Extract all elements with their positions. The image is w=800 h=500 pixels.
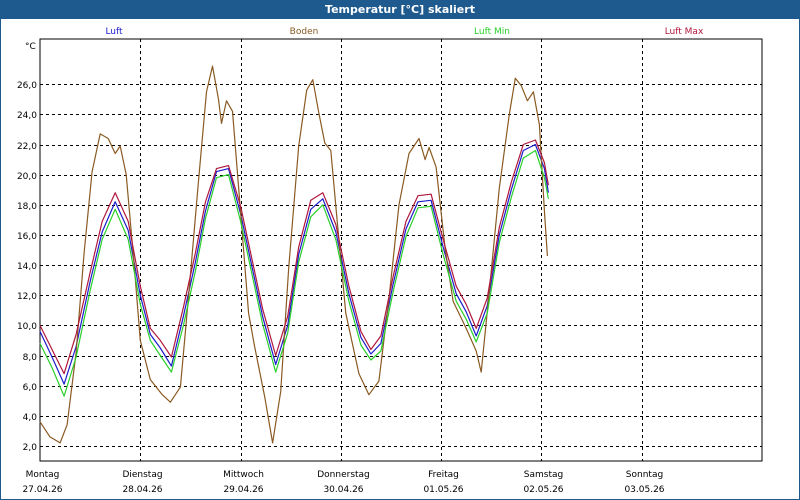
y-axis-label: °C <box>25 42 36 52</box>
chart-window: Temperatur [°C] skaliert 2,0 4,0 6,0 8,0 10,… <box>0 0 800 500</box>
y-tick-label: 4,0 <box>23 413 38 423</box>
y-tick-label: 2,0 <box>23 443 38 453</box>
y-tick-label: 16,0 <box>17 232 37 242</box>
x-tick-date: 29.04.26 <box>223 485 263 495</box>
legend-entry: Luft Min <box>474 27 510 37</box>
y-tick-label: 10,0 <box>17 322 37 332</box>
legend-entry: Luft <box>105 27 123 37</box>
y-tick-label: 12,0 <box>17 292 37 302</box>
x-tick-day: Dienstag <box>122 470 162 480</box>
y-tick-label: 22,0 <box>17 142 37 152</box>
x-tick-day: Sonntag <box>626 470 663 480</box>
y-tick-label: 8,0 <box>23 353 38 363</box>
legend-entry: Luft Max <box>665 27 704 37</box>
y-tick-label: 6,0 <box>23 383 38 393</box>
temperature-chart: 2,0 4,0 6,0 8,0 10,0 12,0 14,0 16,0 18,0 20,0 22,0… <box>17 27 763 495</box>
x-tick-day: Montag <box>26 470 60 480</box>
x-tick-day: Freitag <box>428 470 459 480</box>
x-tick-date: 28.04.26 <box>122 485 162 495</box>
x-tick-date: 02.05.26 <box>523 485 563 495</box>
x-tick-date: 30.04.26 <box>323 485 363 495</box>
legend-entry: Boden <box>290 27 319 37</box>
x-tick-day: Donnerstag <box>317 470 370 480</box>
y-tick-label: 26,0 <box>17 81 37 91</box>
x-tick-day: Samstag <box>524 470 563 480</box>
x-tick-date: 03.05.26 <box>624 485 664 495</box>
x-tick-date: 01.05.26 <box>423 485 463 495</box>
x-tick-date: 27.04.26 <box>22 485 62 495</box>
y-tick-label: 24,0 <box>17 111 37 121</box>
x-tick-day: Mittwoch <box>223 470 264 480</box>
y-tick-label: 14,0 <box>17 262 37 272</box>
y-tick-label: 20,0 <box>17 172 37 182</box>
y-tick-label: 18,0 <box>17 202 37 212</box>
